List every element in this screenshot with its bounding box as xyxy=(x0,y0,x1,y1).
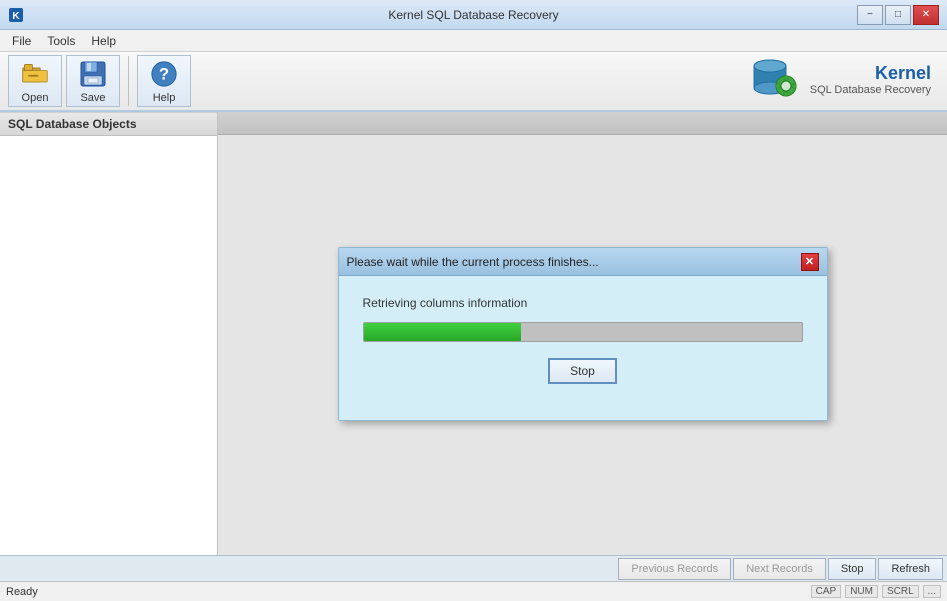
svg-text:?: ? xyxy=(159,65,169,84)
status-text: Ready xyxy=(6,586,38,598)
help-label: Help xyxy=(153,92,176,104)
menu-tools[interactable]: Tools xyxy=(39,32,83,50)
menu-file[interactable]: File xyxy=(4,32,39,50)
help-icon: ? xyxy=(148,58,180,90)
cap-indicator: CAP xyxy=(811,585,842,598)
progress-bar-fill xyxy=(364,323,522,341)
help-button[interactable]: ? Help xyxy=(137,55,191,107)
bottom-bar: Previous Records Next Records Stop Refre… xyxy=(0,555,947,581)
modal-stop-button[interactable]: Stop xyxy=(548,358,617,384)
modal-close-button[interactable]: ✕ xyxy=(801,253,819,271)
save-label: Save xyxy=(80,92,105,104)
modal-footer: Stop xyxy=(363,358,803,400)
logo-text: Kernel SQL Database Recovery xyxy=(810,63,931,96)
main-content: SQL Database Objects Please wait while t… xyxy=(0,112,947,555)
modal-titlebar: Please wait while the current process fi… xyxy=(339,248,827,276)
left-panel-header: SQL Database Objects xyxy=(0,113,217,136)
extra-indicator: ... xyxy=(923,585,941,598)
open-label: Open xyxy=(22,92,49,104)
modal-body: Retrieving columns information Stop xyxy=(339,276,827,420)
status-indicators: CAP NUM SCRL ... xyxy=(811,585,941,598)
modal-overlay: Please wait while the current process fi… xyxy=(218,113,947,555)
open-button[interactable]: Open xyxy=(8,55,62,107)
logo-icon xyxy=(748,52,800,107)
modal-title: Please wait while the current process fi… xyxy=(347,255,599,269)
progress-bar-container xyxy=(363,322,803,342)
maximize-button[interactable]: □ xyxy=(885,5,911,25)
scrl-indicator: SCRL xyxy=(882,585,919,598)
logo-brand: Kernel xyxy=(810,63,931,84)
window-controls: − □ ✕ xyxy=(857,5,939,25)
modal-status-text: Retrieving columns information xyxy=(363,296,803,310)
open-icon xyxy=(19,58,51,90)
previous-records-button[interactable]: Previous Records xyxy=(618,558,731,580)
toolbar-separator xyxy=(128,56,129,106)
left-panel: SQL Database Objects xyxy=(0,112,218,555)
minimize-button[interactable]: − xyxy=(857,5,883,25)
title-bar: K Kernel SQL Database Recovery − □ ✕ xyxy=(0,0,947,30)
save-button[interactable]: Save xyxy=(66,55,120,107)
right-panel: Please wait while the current process fi… xyxy=(218,112,947,555)
logo-subtitle: SQL Database Recovery xyxy=(810,84,931,96)
title-bar-left: K xyxy=(8,7,24,23)
num-indicator: NUM xyxy=(845,585,878,598)
svg-text:K: K xyxy=(12,11,20,22)
status-bar: Ready CAP NUM SCRL ... xyxy=(0,581,947,601)
modal-dialog: Please wait while the current process fi… xyxy=(338,247,828,421)
stop-button[interactable]: Stop xyxy=(828,558,877,580)
refresh-button[interactable]: Refresh xyxy=(878,558,943,580)
menu-help[interactable]: Help xyxy=(83,32,124,50)
app-icon: K xyxy=(8,7,24,23)
window-title: Kernel SQL Database Recovery xyxy=(388,8,558,22)
close-button[interactable]: ✕ xyxy=(913,5,939,25)
save-icon xyxy=(77,58,109,90)
logo-area: Kernel SQL Database Recovery xyxy=(748,52,931,107)
menu-bar: File Tools Help xyxy=(0,30,947,52)
toolbar: Open Save ? Help xyxy=(0,52,947,112)
next-records-button[interactable]: Next Records xyxy=(733,558,826,580)
